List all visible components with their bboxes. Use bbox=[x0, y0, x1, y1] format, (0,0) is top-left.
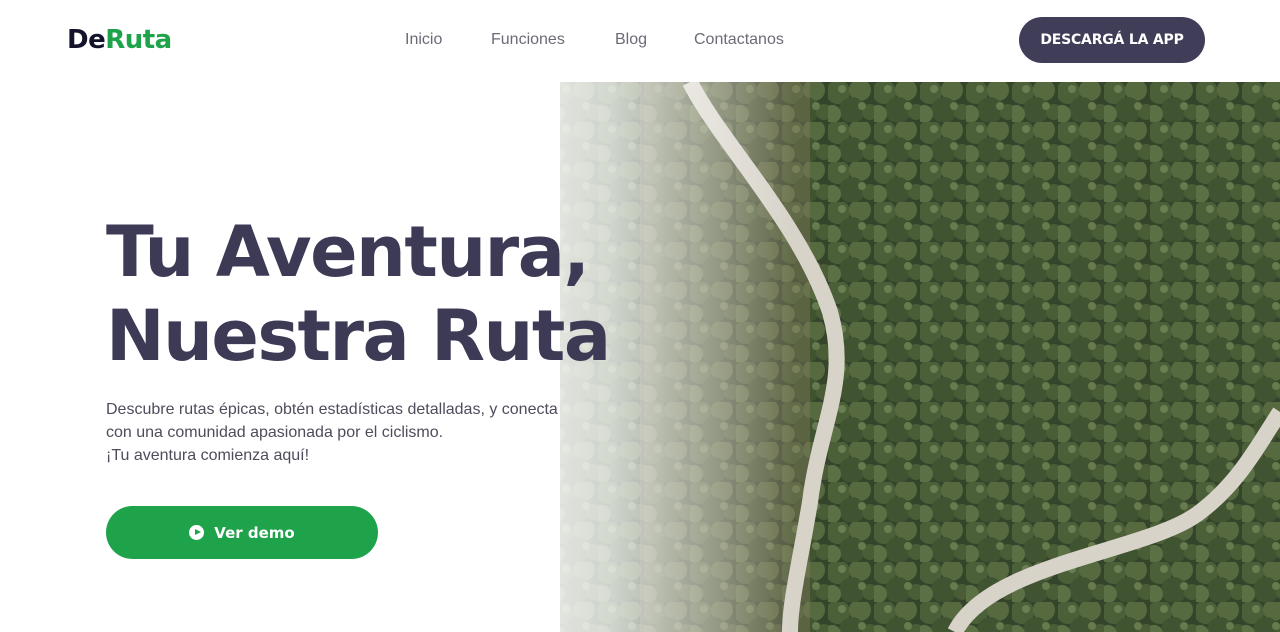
nav-link-contactanos[interactable]: Contactanos bbox=[694, 29, 784, 51]
hero-headline: Tu Aventura, Nuestra Ruta bbox=[106, 210, 706, 378]
hero-description: Descubre rutas épicas, obtén estadística… bbox=[106, 398, 626, 467]
hero-section: Tu Aventura, Nuestra Ruta Descubre rutas… bbox=[0, 82, 1280, 632]
description-line-3: ¡Tu aventura comienza aquí! bbox=[106, 447, 310, 464]
logo[interactable]: DeRuta bbox=[67, 22, 172, 58]
headline-line-1: Tu Aventura, bbox=[106, 211, 590, 293]
logo-de: De bbox=[67, 25, 106, 55]
headline-line-2: Nuestra Ruta bbox=[106, 295, 611, 377]
description-line-1: Descubre rutas épicas, obtén estadística… bbox=[106, 401, 558, 418]
nav-link-funciones[interactable]: Funciones bbox=[491, 29, 565, 51]
description-line-2: con una comunidad apasionada por el cicl… bbox=[106, 424, 444, 441]
nav-link-inicio[interactable]: Inicio bbox=[405, 29, 442, 51]
nav-link-blog[interactable]: Blog bbox=[615, 29, 647, 51]
site-header: DeRuta Inicio Funciones Blog Contactanos… bbox=[0, 0, 1280, 82]
ver-demo-label: Ver demo bbox=[214, 523, 295, 542]
download-app-button[interactable]: DESCARGÁ LA APP bbox=[1019, 17, 1205, 63]
logo-ruta: Ruta bbox=[105, 25, 172, 55]
ver-demo-button[interactable]: Ver demo bbox=[106, 506, 378, 559]
play-circle-icon bbox=[189, 525, 205, 540]
